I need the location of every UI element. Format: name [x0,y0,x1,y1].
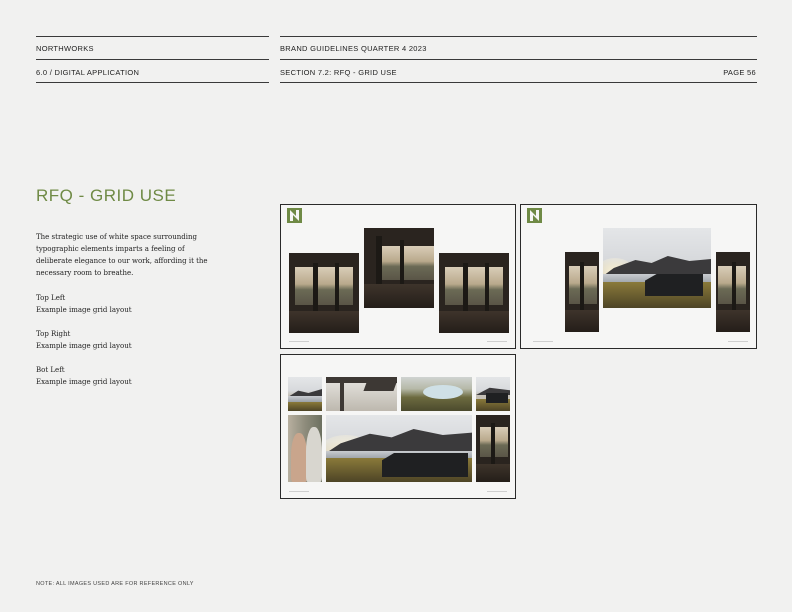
layout-example-top-left [280,204,516,349]
header-rule-mid-left [36,59,269,60]
n-monogram-icon [287,208,302,223]
caption-desc: Example image grid layout [36,342,132,350]
people-image [288,415,322,482]
reference-note: NOTE: ALL IMAGES USED ARE FOR REFERENCE … [36,581,194,587]
header-rule-bottom-right [280,82,757,83]
header-rule-top-left [36,36,269,37]
caption-top-right: Top Right Example image grid layout [36,328,211,352]
footer-mark [289,491,309,492]
page-title: RFQ - GRID USE [36,186,177,205]
interior-image [364,228,434,308]
caption-label: Top Left [36,294,66,302]
landscape-image [326,415,472,482]
footer-mark [487,491,507,492]
footer-mark [289,341,309,342]
interior-image [476,415,510,482]
brand-name: NORTHWORKS [36,44,94,53]
footer-mark [487,341,507,342]
header-rule-bottom-left [36,82,269,83]
interior-image [565,252,599,332]
document-title: BRAND GUIDELINES QUARTER 4 2023 [280,44,427,53]
interior-image [439,253,509,333]
caption-label: Bot Left [36,366,65,374]
caption-desc: Example image grid layout [36,378,132,386]
footer-mark [533,341,553,342]
landscape-image [603,228,711,308]
layout-example-top-right [520,204,757,349]
caption-label: Top Right [36,330,71,338]
section-right-label: SECTION 7.2: RFQ - GRID USE [280,68,397,77]
caption-bot-left: Bot Left Example image grid layout [36,364,211,388]
layout-example-bot-left [280,354,516,499]
page-number: PAGE 56 [723,68,756,77]
section-left-label: 6.0 / DIGITAL APPLICATION [36,68,140,77]
architecture-image [326,377,397,411]
header-rule-top-right [280,36,757,37]
landscape-image [476,377,510,411]
landscape-image [288,377,322,411]
header-rule-mid-right [280,59,757,60]
intro-paragraph: The strategic use of white space surroun… [36,233,208,277]
caption-desc: Example image grid layout [36,306,132,314]
interior-image [716,252,750,332]
lake-image [401,377,472,411]
footer-mark [728,341,748,342]
caption-top-left: Top Left Example image grid layout [36,292,211,316]
n-monogram-icon [527,208,542,223]
interior-image [289,253,359,333]
